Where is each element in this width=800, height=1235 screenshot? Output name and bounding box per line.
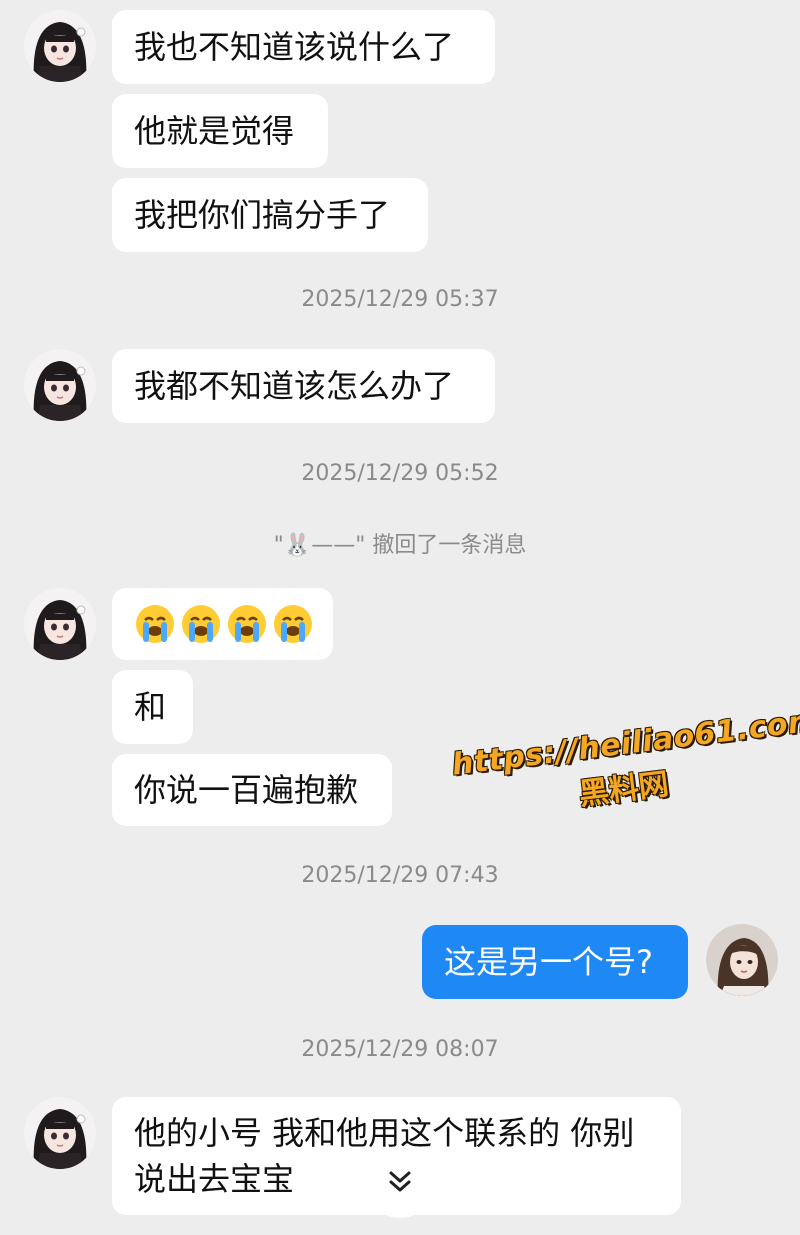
timestamp: 2025/12/29 05:37 (301, 287, 499, 312)
recall-notice: "🐰——" 撤回了一条消息 (0, 527, 800, 559)
message-bubble[interactable]: 我也不知道该说什么了 (112, 10, 495, 84)
watermark: https://heiliao61.com 黑料网 (450, 703, 800, 828)
message-bubble[interactable]: 和 (112, 670, 193, 744)
contact-avatar[interactable] (24, 588, 96, 660)
loudly-crying-face-icon (182, 605, 220, 643)
double-chevron-down-icon (389, 1171, 411, 1192)
message-bubble[interactable]: 他就是觉得 (112, 94, 328, 168)
message-text: 我都不知道该怎么办了 (134, 367, 455, 405)
self-avatar[interactable] (706, 924, 778, 996)
message-text: 我也不知道该说什么了 (134, 28, 455, 66)
emoji-message-bubble[interactable] (112, 588, 333, 660)
loudly-crying-face-icon (274, 605, 312, 643)
timestamp: 2025/12/29 08:07 (301, 1037, 499, 1062)
message-text: 这是另一个号? (444, 943, 653, 981)
message-text: 我把你们搞分手了 (134, 196, 391, 234)
loudly-crying-face-icon (136, 605, 174, 643)
contact-avatar[interactable] (24, 10, 96, 82)
message-text: 和 (134, 688, 167, 726)
timestamp: 2025/12/29 05:52 (301, 461, 499, 486)
contact-avatar[interactable] (24, 349, 96, 421)
message-text-line-2: 说出去宝宝 (134, 1160, 295, 1198)
loudly-crying-face-icon (228, 605, 266, 643)
emoji-row (134, 603, 314, 645)
message-bubble[interactable]: 你说一百遍抱歉 (112, 754, 392, 826)
recall-prefix: " (273, 533, 284, 558)
recall-sender-name: 🐰—— (283, 533, 356, 558)
message-bubble[interactable]: 我都不知道该怎么办了 (112, 349, 495, 423)
contact-avatar[interactable] (24, 1097, 96, 1169)
scroll-to-bottom-button[interactable] (364, 1146, 436, 1218)
message-text: 他就是觉得 (134, 112, 295, 150)
message-text: 你说一百遍抱歉 (134, 771, 359, 809)
message-bubble[interactable]: 我把你们搞分手了 (112, 178, 428, 252)
timestamp: 2025/12/29 07:43 (301, 863, 499, 888)
recall-text: " 撤回了一条消息 (355, 533, 527, 558)
outgoing-message-bubble[interactable]: 这是另一个号? (422, 925, 688, 999)
